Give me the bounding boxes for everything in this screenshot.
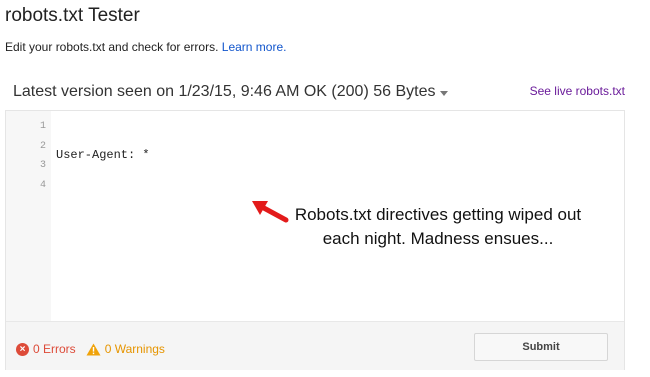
errors-count[interactable]: 0 Errors: [33, 342, 76, 356]
version-label: Latest version seen on 1/23/15, 9:46 AM …: [13, 83, 436, 100]
line-number: 4: [39, 180, 46, 191]
line-number: 1: [39, 121, 46, 132]
version-dropdown[interactable]: Latest version seen on 1/23/15, 9:46 AM …: [13, 83, 449, 101]
see-live-robots-link[interactable]: See live robots.txt: [530, 84, 625, 98]
annotation-line: each night. Madness ensues...: [322, 229, 554, 248]
warnings-count[interactable]: 0 Warnings: [105, 342, 165, 356]
line-number: 3: [39, 160, 46, 171]
line-number: 2: [39, 141, 46, 152]
annotation-line: Robots.txt directives getting wiped out: [294, 205, 582, 224]
learn-more-link[interactable]: Learn more.: [222, 40, 287, 54]
submit-button[interactable]: Submit: [474, 333, 608, 361]
error-icon: ×: [16, 342, 29, 356]
editor-footer: × 0 Errors 0 Warnings Submit: [6, 321, 624, 370]
editor-line[interactable]: User-Agent: *: [56, 148, 150, 162]
page-subtitle: Edit your robots.txt and check for error…: [5, 40, 286, 54]
line-number-gutter: 1 2 3 4: [6, 111, 51, 321]
subtitle-text: Edit your robots.txt and check for error…: [5, 40, 219, 54]
page-title: robots.txt Tester: [5, 5, 140, 26]
red-arrow-icon: [252, 201, 289, 223]
warning-icon: [86, 343, 101, 355]
annotation-callout: Robots.txt directives getting wiped out …: [288, 203, 588, 251]
robots-txt-editor[interactable]: User-Agent: *: [56, 120, 150, 190]
caret-down-icon: [440, 90, 449, 96]
validation-status: × 0 Errors 0 Warnings: [16, 342, 165, 356]
